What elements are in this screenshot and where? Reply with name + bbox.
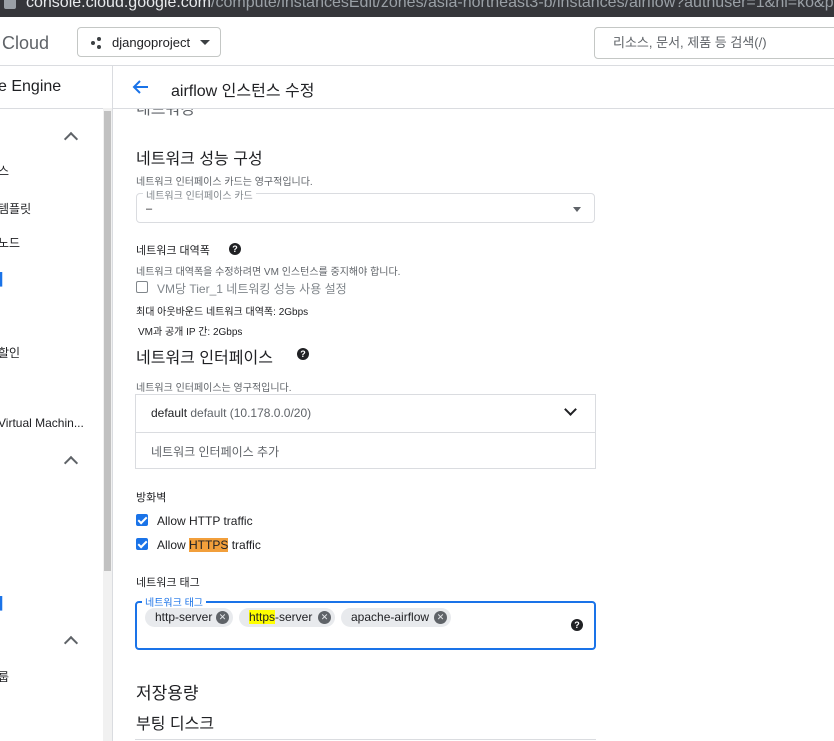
sidebar-item-templates[interactable]: 템플릿 xyxy=(0,200,31,217)
browser-url-bar[interactable]: console.cloud.google.com/compute/instanc… xyxy=(0,0,834,17)
storage-heading: 저장용량 xyxy=(136,684,199,703)
allow-http-checkbox[interactable] xyxy=(136,514,148,526)
nic-field-label: 네트워크 인터페이스 카드 xyxy=(143,187,256,202)
tag-chip-https-server[interactable]: https-server ✕ xyxy=(239,608,335,627)
chevron-down-icon[interactable] xyxy=(564,403,577,416)
chevron-up-icon[interactable] xyxy=(63,635,79,651)
page-header: airflow 인스턴스 수정 xyxy=(113,66,834,109)
url-domain: console.cloud.google.com xyxy=(26,0,212,11)
max-outbound-text: 최대 아웃바운드 네트워크 대역폭: 2Gbps xyxy=(136,307,309,318)
help-icon[interactable]: ? xyxy=(571,619,583,631)
tier1-label: VM당 Tier_1 네트워킹 성능 사용 설정 xyxy=(157,282,347,296)
google-cloud-logo[interactable]: Cloud xyxy=(2,33,49,54)
tags-field-label: 네트워크 태그 xyxy=(142,594,206,609)
interface-name: default default (10.178.0.0/20) xyxy=(151,406,312,420)
interfaces-hint: 네트워크 인터페이스는 영구적입니다. xyxy=(136,383,292,394)
help-icon[interactable]: ? xyxy=(229,243,241,255)
remove-tag-icon[interactable]: ✕ xyxy=(318,611,331,624)
lock-icon xyxy=(4,0,16,9)
main-content: 네트워킹 네트워크 성능 구성 네트워크 인터페이스 카드는 영구적입니다. 네… xyxy=(113,109,834,741)
search-box[interactable] xyxy=(594,27,834,59)
network-interfaces-panel: default default (10.178.0.0/20) 네트워크 인터페… xyxy=(135,394,596,469)
tier1-checkbox[interactable] xyxy=(136,281,148,293)
nic-value: – xyxy=(146,203,153,215)
remove-tag-icon[interactable]: ✕ xyxy=(216,611,229,624)
url-text[interactable]: console.cloud.google.com/compute/instanc… xyxy=(26,0,834,12)
sidebar-item-instances[interactable]: 스 xyxy=(0,162,9,179)
caret-down-icon xyxy=(200,40,210,45)
page-title: airflow 인스턴스 수정 xyxy=(171,83,315,100)
boot-disk-heading: 부팅 디스크 xyxy=(136,716,215,733)
back-arrow-icon[interactable] xyxy=(131,77,151,97)
network-interfaces-heading: 네트워크 인터페이스 xyxy=(136,350,273,367)
project-name: djangoproject xyxy=(112,35,191,50)
firewall-heading: 방화벽 xyxy=(136,492,167,504)
url-path: /compute/instancesEdit/zones/asia-northe… xyxy=(211,0,834,11)
remove-tag-icon[interactable]: ✕ xyxy=(434,611,447,624)
top-header: Cloud djangoproject xyxy=(0,17,834,66)
dropdown-arrow-icon xyxy=(573,207,581,212)
sidebar-item-groups[interactable]: 룹 xyxy=(0,668,9,685)
divider xyxy=(0,108,112,109)
add-network-interface-button[interactable]: 네트워크 인터페이스 추가 xyxy=(151,443,279,460)
chevron-up-icon[interactable] xyxy=(63,131,79,147)
network-interface-row[interactable]: default default (10.178.0.0/20) xyxy=(136,395,595,433)
sidebar-item-discounts[interactable]: 할인 xyxy=(0,344,20,361)
network-performance-heading: 네트워크 성능 구성 xyxy=(136,151,263,168)
bandwidth-hint: 네트워크 대역폭을 수정하려면 VM 인스턴스를 중지해야 합니다. xyxy=(136,267,401,278)
allow-http-label: Allow HTTP traffic xyxy=(157,514,253,528)
sidebar-scrollbar-thumb[interactable] xyxy=(104,111,111,571)
network-tags-heading: 네트워크 태그 xyxy=(136,577,200,589)
project-selector-button[interactable]: djangoproject xyxy=(77,27,221,57)
divider xyxy=(135,739,596,740)
left-sidebar: e Engine 스 템플릿 노드 ▌ 할인 Virtual Machin...… xyxy=(0,66,113,741)
project-dots-icon xyxy=(91,37,103,49)
sidebar-item-active-2[interactable]: ▌ xyxy=(0,596,7,610)
partial-section-heading: 네트워킹 xyxy=(136,109,195,118)
search-input[interactable] xyxy=(611,34,834,51)
tag-chip-apache-airflow[interactable]: apache-airflow ✕ xyxy=(341,608,451,627)
sidebar-item-nodes[interactable]: 노드 xyxy=(0,234,20,251)
sidebar-title: e Engine xyxy=(0,78,62,95)
nic-hint: 네트워크 인터페이스 카드는 영구적입니다. xyxy=(136,177,313,188)
sidebar-item-vm-manager[interactable]: Virtual Machin... xyxy=(0,416,84,430)
help-icon[interactable]: ? xyxy=(297,348,309,360)
sidebar-item-active-1[interactable]: ▌ xyxy=(0,272,7,286)
allow-https-label: Allow HTTPS traffic xyxy=(157,538,261,552)
chevron-up-icon[interactable] xyxy=(63,455,79,471)
tag-chip-http-server[interactable]: http-server ✕ xyxy=(145,608,233,627)
vm-to-ip-text: VM과 공개 IP 간: 2Gbps xyxy=(138,327,243,338)
bandwidth-label: 네트워크 대역폭 xyxy=(136,245,210,257)
allow-https-checkbox[interactable] xyxy=(136,538,148,550)
nic-select[interactable]: 네트워크 인터페이스 카드 – xyxy=(136,187,595,223)
network-tags-input[interactable]: 네트워크 태그 http-server ✕ https-server ✕ apa… xyxy=(135,594,596,650)
